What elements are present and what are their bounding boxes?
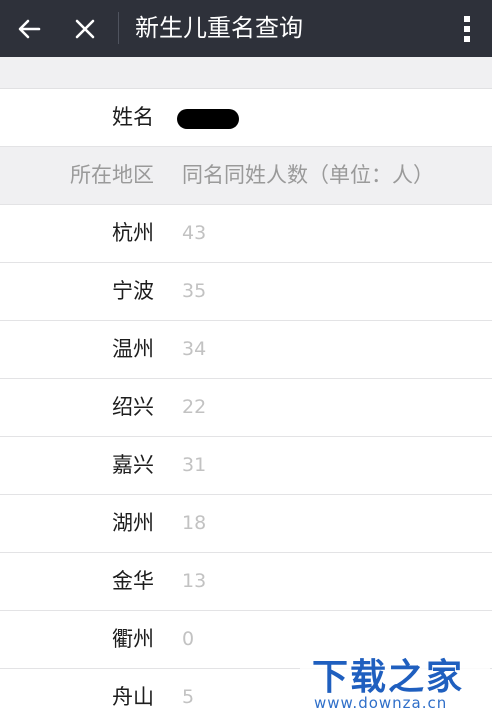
table-row: 杭州 43: [0, 205, 492, 263]
column-header-region: 所在地区: [70, 163, 154, 187]
more-menu-button[interactable]: [452, 0, 482, 57]
watermark: 下载之家 www.downza.cn: [300, 648, 490, 718]
column-header-count: 同名同姓人数（单位：人）: [182, 163, 434, 187]
region-cell: 嘉兴: [112, 453, 154, 477]
arrow-left-icon: [18, 19, 41, 38]
close-button[interactable]: [64, 0, 106, 57]
count-cell: 35: [182, 280, 207, 302]
count-cell: 34: [182, 338, 207, 360]
region-cell: 绍兴: [112, 395, 154, 419]
region-cell: 金华: [112, 569, 154, 593]
table-row: 湖州 18: [0, 495, 492, 553]
region-cell: 舟山: [112, 685, 154, 709]
region-cell: 衢州: [112, 627, 154, 651]
watermark-url: www.downza.cn: [314, 694, 448, 712]
table-row: 嘉兴 31: [0, 437, 492, 495]
region-cell: 湖州: [112, 511, 154, 535]
count-cell: 31: [182, 454, 207, 476]
more-vertical-icon: [464, 15, 470, 42]
count-cell: 13: [182, 570, 207, 592]
region-cell: 温州: [112, 337, 154, 361]
name-label: 姓名: [112, 105, 154, 129]
table-row: 宁波 35: [0, 263, 492, 321]
table-row: 温州 34: [0, 321, 492, 379]
table-header: 所在地区 同名同姓人数（单位：人）: [0, 147, 492, 205]
count-cell: 18: [182, 512, 207, 534]
title-divider: [118, 12, 119, 44]
region-cell: 宁波: [112, 279, 154, 303]
top-spacer: [0, 57, 492, 89]
redacted-name: [177, 109, 239, 129]
close-icon: [75, 19, 95, 38]
title-bar: 新生儿重名查询: [0, 0, 492, 57]
page-title: 新生儿重名查询: [135, 14, 303, 42]
count-cell: 5: [182, 686, 195, 708]
table-row: 金华 13: [0, 553, 492, 611]
count-cell: 43: [182, 222, 207, 244]
table-row: 绍兴 22: [0, 379, 492, 437]
name-row: 姓名: [0, 89, 492, 147]
back-button[interactable]: [10, 0, 48, 57]
watermark-logo: 下载之家: [312, 657, 465, 698]
count-cell: 22: [182, 396, 207, 418]
count-cell: 0: [182, 628, 195, 650]
region-cell: 杭州: [112, 221, 154, 245]
